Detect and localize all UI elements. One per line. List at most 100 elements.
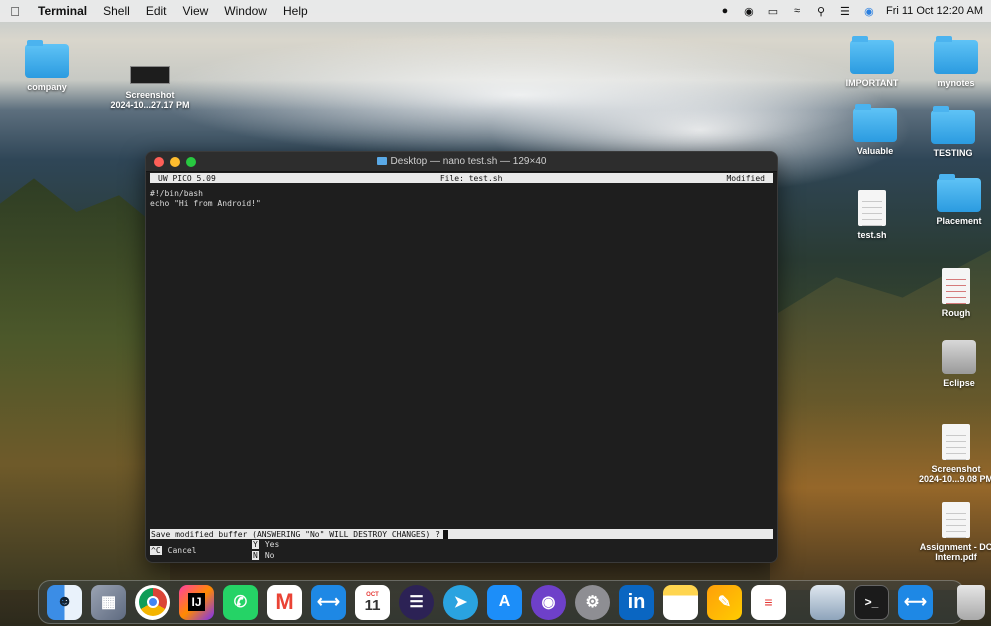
dock-vscode-icon[interactable]: ⟷ bbox=[311, 584, 346, 620]
folder-icon bbox=[850, 36, 894, 74]
dock-finder-icon[interactable]: ☻ bbox=[47, 584, 82, 620]
wifi-icon[interactable]: ≈ bbox=[790, 5, 804, 17]
nano-version: UW PICO 5.09 bbox=[158, 173, 216, 183]
editor-line: echo "Hi from Android!" bbox=[150, 199, 261, 208]
screenshot-file-icon bbox=[942, 424, 970, 460]
desktop-icon-label: mynotes bbox=[937, 78, 975, 88]
screenshot-thumbnail-icon bbox=[130, 66, 170, 84]
pdf-file-icon bbox=[942, 502, 970, 538]
dock-github-desktop-icon[interactable]: ◉ bbox=[531, 584, 566, 620]
menu-shell[interactable]: Shell bbox=[95, 4, 138, 18]
dock-eclipse-icon[interactable]: ☰ bbox=[399, 584, 434, 620]
calendar-day: 11 bbox=[364, 596, 381, 614]
battery-icon[interactable]: ▭ bbox=[766, 5, 780, 18]
terminal-window[interactable]: Desktop — nano test.sh — 129×40 UW PICO … bbox=[145, 151, 778, 563]
dock-reminders-icon[interactable]: ≡ bbox=[751, 584, 786, 620]
dock-notes-icon[interactable] bbox=[663, 584, 698, 620]
menu-window[interactable]: Window bbox=[216, 4, 275, 18]
nano-shortcut-bar: ^C Cancel Y Yes N No bbox=[146, 539, 777, 562]
dock-chrome-icon[interactable] bbox=[135, 584, 170, 620]
folder-icon bbox=[376, 157, 387, 165]
dock-telegram-icon[interactable]: ➤ bbox=[443, 584, 478, 620]
menu-view[interactable]: View bbox=[175, 4, 217, 18]
desktop-icon-label: test.sh bbox=[857, 230, 887, 240]
desktop-file-screenshot-2[interactable]: Screenshot 2024-10...9.08 PM bbox=[911, 424, 991, 484]
window-title-text: Desktop — nano test.sh — 129×40 bbox=[390, 156, 547, 167]
folder-icon bbox=[853, 104, 897, 142]
desktop-icon-label: 2024-10...9.08 PM bbox=[918, 474, 991, 484]
screen-record-icon[interactable]: ◉ bbox=[742, 5, 756, 18]
nano-editor-area[interactable]: #!/bin/bash echo "Hi from Android!" bbox=[146, 183, 777, 529]
desktop-icon-label: Screenshot bbox=[125, 90, 175, 100]
desktop-icon-label: IMPORTANT bbox=[845, 78, 899, 88]
desktop-file-test-sh[interactable]: test.sh bbox=[827, 190, 917, 240]
desktop-folder-important[interactable]: IMPORTANT bbox=[827, 36, 917, 88]
desktop-icon-label: Screenshot bbox=[931, 464, 981, 474]
desktop-icon-label: Intern.pdf bbox=[935, 552, 977, 562]
shell-script-file-icon bbox=[858, 190, 886, 226]
desktop-folder-company[interactable]: company bbox=[2, 40, 92, 92]
status-area: ● ◉ ▭ ≈ ⚲ ☰ ◉ Fri 11 Oct 12:20 AM bbox=[718, 5, 991, 18]
desktop-folder-mynotes[interactable]: mynotes bbox=[911, 36, 991, 88]
menu-edit[interactable]: Edit bbox=[138, 4, 175, 18]
dock-system-settings-icon[interactable]: ⚙ bbox=[575, 584, 610, 620]
desktop-icon-label: Rough bbox=[941, 308, 971, 318]
window-title: Desktop — nano test.sh — 129×40 bbox=[146, 156, 777, 167]
desktop-icon-label: Eclipse bbox=[943, 378, 975, 388]
nano-header-bar: UW PICO 5.09 File: test.sh Modified bbox=[150, 173, 773, 183]
dock-pages-icon[interactable]: ✎ bbox=[707, 584, 742, 620]
desktop-icon-label: Assignment - DC bbox=[919, 542, 991, 552]
dock-app-store-icon[interactable]: A bbox=[487, 584, 522, 620]
desktop-disk-eclipse[interactable]: Eclipse bbox=[914, 340, 991, 388]
shortcut-key: ^C bbox=[150, 546, 162, 555]
shortcut-label: No bbox=[264, 551, 275, 560]
dock-calendar-icon[interactable]: OCT 11 bbox=[355, 584, 390, 620]
text-cursor bbox=[442, 529, 448, 539]
editor-line: #!/bin/bash bbox=[150, 189, 203, 198]
folder-icon bbox=[934, 36, 978, 74]
save-prompt-bar[interactable]: Save modified buffer (ANSWERING "No" WIL… bbox=[150, 529, 773, 539]
terminal-titlebar[interactable]: Desktop — nano test.sh — 129×40 bbox=[146, 152, 777, 172]
desktop-folder-testing[interactable]: TESTING bbox=[908, 106, 991, 158]
desktop-folder-valuable[interactable]: Valuable bbox=[830, 104, 920, 156]
dock-gmail-icon[interactable]: M bbox=[267, 584, 302, 620]
desktop-file-rough[interactable]: Rough bbox=[911, 268, 991, 318]
dock-trash-icon[interactable] bbox=[957, 584, 985, 620]
shortcut-key: Y bbox=[252, 540, 259, 549]
spotlight-search-icon[interactable]: ⚲ bbox=[814, 5, 828, 18]
menu-bar-clock[interactable]: Fri 11 Oct 12:20 AM bbox=[886, 5, 983, 17]
folder-icon bbox=[937, 174, 981, 212]
folder-icon bbox=[931, 106, 975, 144]
shortcut-cancel[interactable]: ^C Cancel bbox=[150, 546, 197, 555]
nano-modified-status: Modified bbox=[726, 173, 765, 183]
dock-preview-icon[interactable] bbox=[810, 584, 845, 620]
dock-whatsapp-icon[interactable]: ✆ bbox=[223, 584, 258, 620]
control-center-icon[interactable]: ☰ bbox=[838, 5, 852, 18]
desktop-folder-placement[interactable]: Placement bbox=[914, 174, 991, 226]
dock-launchpad-icon[interactable]: ▦ bbox=[91, 584, 126, 620]
dock-linkedin-icon[interactable]: in bbox=[619, 584, 654, 620]
dock-vscode-recent-icon[interactable]: ⟷ bbox=[898, 584, 933, 620]
desktop-file-screenshot-1[interactable]: Screenshot 2024-10...27.17 PM bbox=[105, 66, 195, 110]
shortcut-yes[interactable]: Y Yes bbox=[252, 540, 279, 549]
shortcut-no[interactable]: N No bbox=[252, 551, 274, 560]
siri-icon[interactable]: ◉ bbox=[862, 5, 876, 18]
menu-app-terminal[interactable]: Terminal bbox=[30, 4, 95, 18]
desktop-icon-label: Placement bbox=[936, 216, 982, 226]
dock-intellij-icon[interactable]: IJ bbox=[179, 584, 214, 620]
desktop-file-assignment-pdf[interactable]: Assignment - DC Intern.pdf bbox=[911, 502, 991, 562]
dock-terminal-icon[interactable]: >_ bbox=[854, 584, 889, 620]
desktop-icon-label: Valuable bbox=[856, 146, 894, 156]
shortcut-label: Yes bbox=[264, 540, 280, 549]
document-icon bbox=[942, 268, 970, 304]
menu-help[interactable]: Help bbox=[275, 4, 316, 18]
android-icon[interactable]: ● bbox=[718, 5, 732, 17]
desktop-icon-label: TESTING bbox=[933, 148, 973, 158]
disk-image-icon bbox=[942, 340, 976, 374]
apple-icon[interactable]:  bbox=[0, 4, 30, 19]
shortcut-key: N bbox=[252, 551, 259, 560]
nano-filename: File: test.sh bbox=[439, 173, 503, 183]
dock: ☻ ▦ IJ ✆ M ⟷ OCT 11 ☰ ➤ A ◉ ⚙ in ✎ ≡ >_ … bbox=[38, 580, 985, 624]
save-prompt-text: Save modified buffer (ANSWERING "No" WIL… bbox=[151, 529, 440, 539]
desktop-icon-label: company bbox=[27, 82, 67, 92]
